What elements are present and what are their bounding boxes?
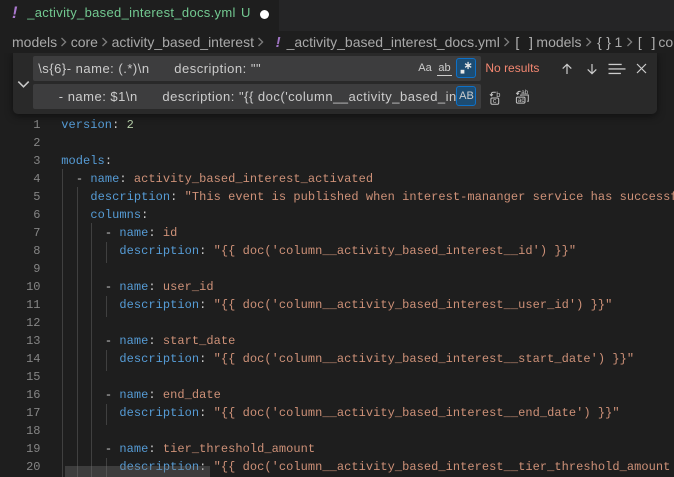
svg-text:ac: ac bbox=[518, 97, 525, 104]
svg-text:ab: ab bbox=[521, 89, 528, 96]
svg-text:c: c bbox=[493, 98, 497, 105]
svg-text:b: b bbox=[497, 90, 501, 99]
